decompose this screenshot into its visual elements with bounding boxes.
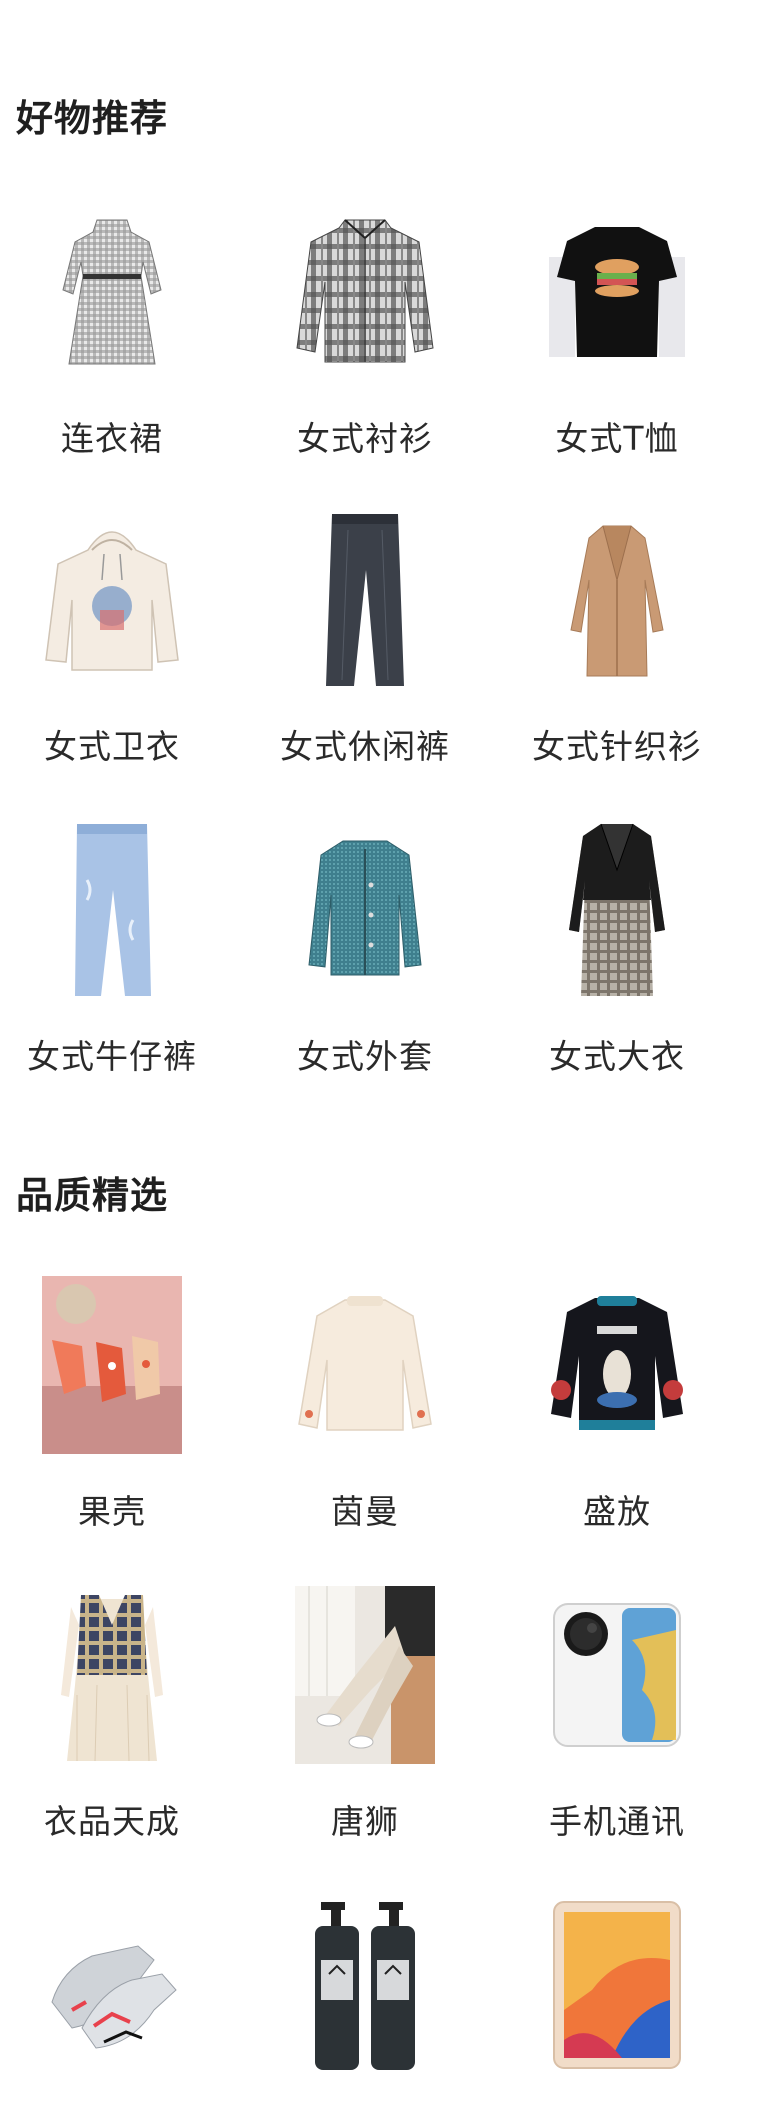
brand-item-tablet[interactable] <box>497 1895 737 2105</box>
trousers-icon <box>290 510 440 690</box>
category-item-casual-pants[interactable]: 女式休闲裤 <box>245 510 485 768</box>
item-label: 女式T恤 <box>555 419 679 458</box>
category-item-knitwear[interactable]: 女式针织衫 <box>497 510 737 768</box>
jacket-icon <box>290 820 440 1000</box>
item-label: 唐狮 <box>331 1802 399 1841</box>
item-label: 果壳 <box>78 1492 146 1531</box>
item-label: 盛放 <box>583 1492 651 1531</box>
vest-dress-icon <box>37 1585 187 1765</box>
brand-item-sneakers[interactable] <box>0 1895 232 2105</box>
sweater-icon <box>290 1275 440 1455</box>
category-item-hoodie[interactable]: 女式卫衣 <box>0 510 232 768</box>
brand-item-shengfang[interactable]: 盛放 <box>497 1275 737 1533</box>
smartphone-icon <box>542 1585 692 1765</box>
item-label: 女式针织衫 <box>532 727 702 766</box>
item-label: 女式休闲裤 <box>280 727 450 766</box>
graphic-sweater-icon <box>542 1275 692 1455</box>
category-item-jeans[interactable]: 女式牛仔裤 <box>0 820 232 1078</box>
brand-item-guoke[interactable]: 果壳 <box>0 1275 232 1533</box>
coat-icon <box>542 820 692 1000</box>
item-label: 衣品天成 <box>44 1802 180 1841</box>
category-item-tshirt[interactable]: 女式T恤 <box>497 202 737 460</box>
dress-icon <box>37 202 187 382</box>
brand-item-yinman[interactable]: 茵曼 <box>245 1275 485 1533</box>
item-label: 茵曼 <box>331 1492 399 1531</box>
tshirt-icon <box>542 202 692 382</box>
plaid-shirt-icon <box>290 202 440 382</box>
brand-item-tangshi[interactable]: 唐狮 <box>245 1585 485 1843</box>
item-label: 手机通讯 <box>549 1802 685 1841</box>
category-item-dress[interactable]: 连衣裙 <box>0 202 232 460</box>
hoodie-icon <box>37 510 187 690</box>
item-label: 女式大衣 <box>549 1037 685 1076</box>
category-item-shirt[interactable]: 女式衬衫 <box>245 202 485 460</box>
section-title-recommend: 好物推荐 <box>16 97 168 140</box>
brand-item-mobile[interactable]: 手机通讯 <box>497 1585 737 1843</box>
shampoo-bottles-icon <box>290 1895 440 2075</box>
item-label: 女式衬衫 <box>297 419 433 458</box>
section-title-quality: 品质精选 <box>16 1174 168 1217</box>
item-label: 女式牛仔裤 <box>27 1037 197 1076</box>
brand-item-shampoo[interactable] <box>245 1895 485 2105</box>
tablet-icon <box>542 1895 692 2075</box>
item-label: 连衣裙 <box>61 419 163 458</box>
item-label: 女式卫衣 <box>44 727 180 766</box>
category-item-overcoat[interactable]: 女式大衣 <box>497 820 737 1078</box>
socks-photo-icon <box>37 1275 187 1455</box>
jeans-icon <box>37 820 187 1000</box>
cardigan-icon <box>542 510 692 690</box>
category-item-jacket[interactable]: 女式外套 <box>245 820 485 1078</box>
sneakers-icon <box>37 1895 187 2075</box>
pants-photo-icon <box>290 1585 440 1765</box>
item-label: 女式外套 <box>297 1037 433 1076</box>
brand-item-yipintiancheng[interactable]: 衣品天成 <box>0 1585 232 1843</box>
